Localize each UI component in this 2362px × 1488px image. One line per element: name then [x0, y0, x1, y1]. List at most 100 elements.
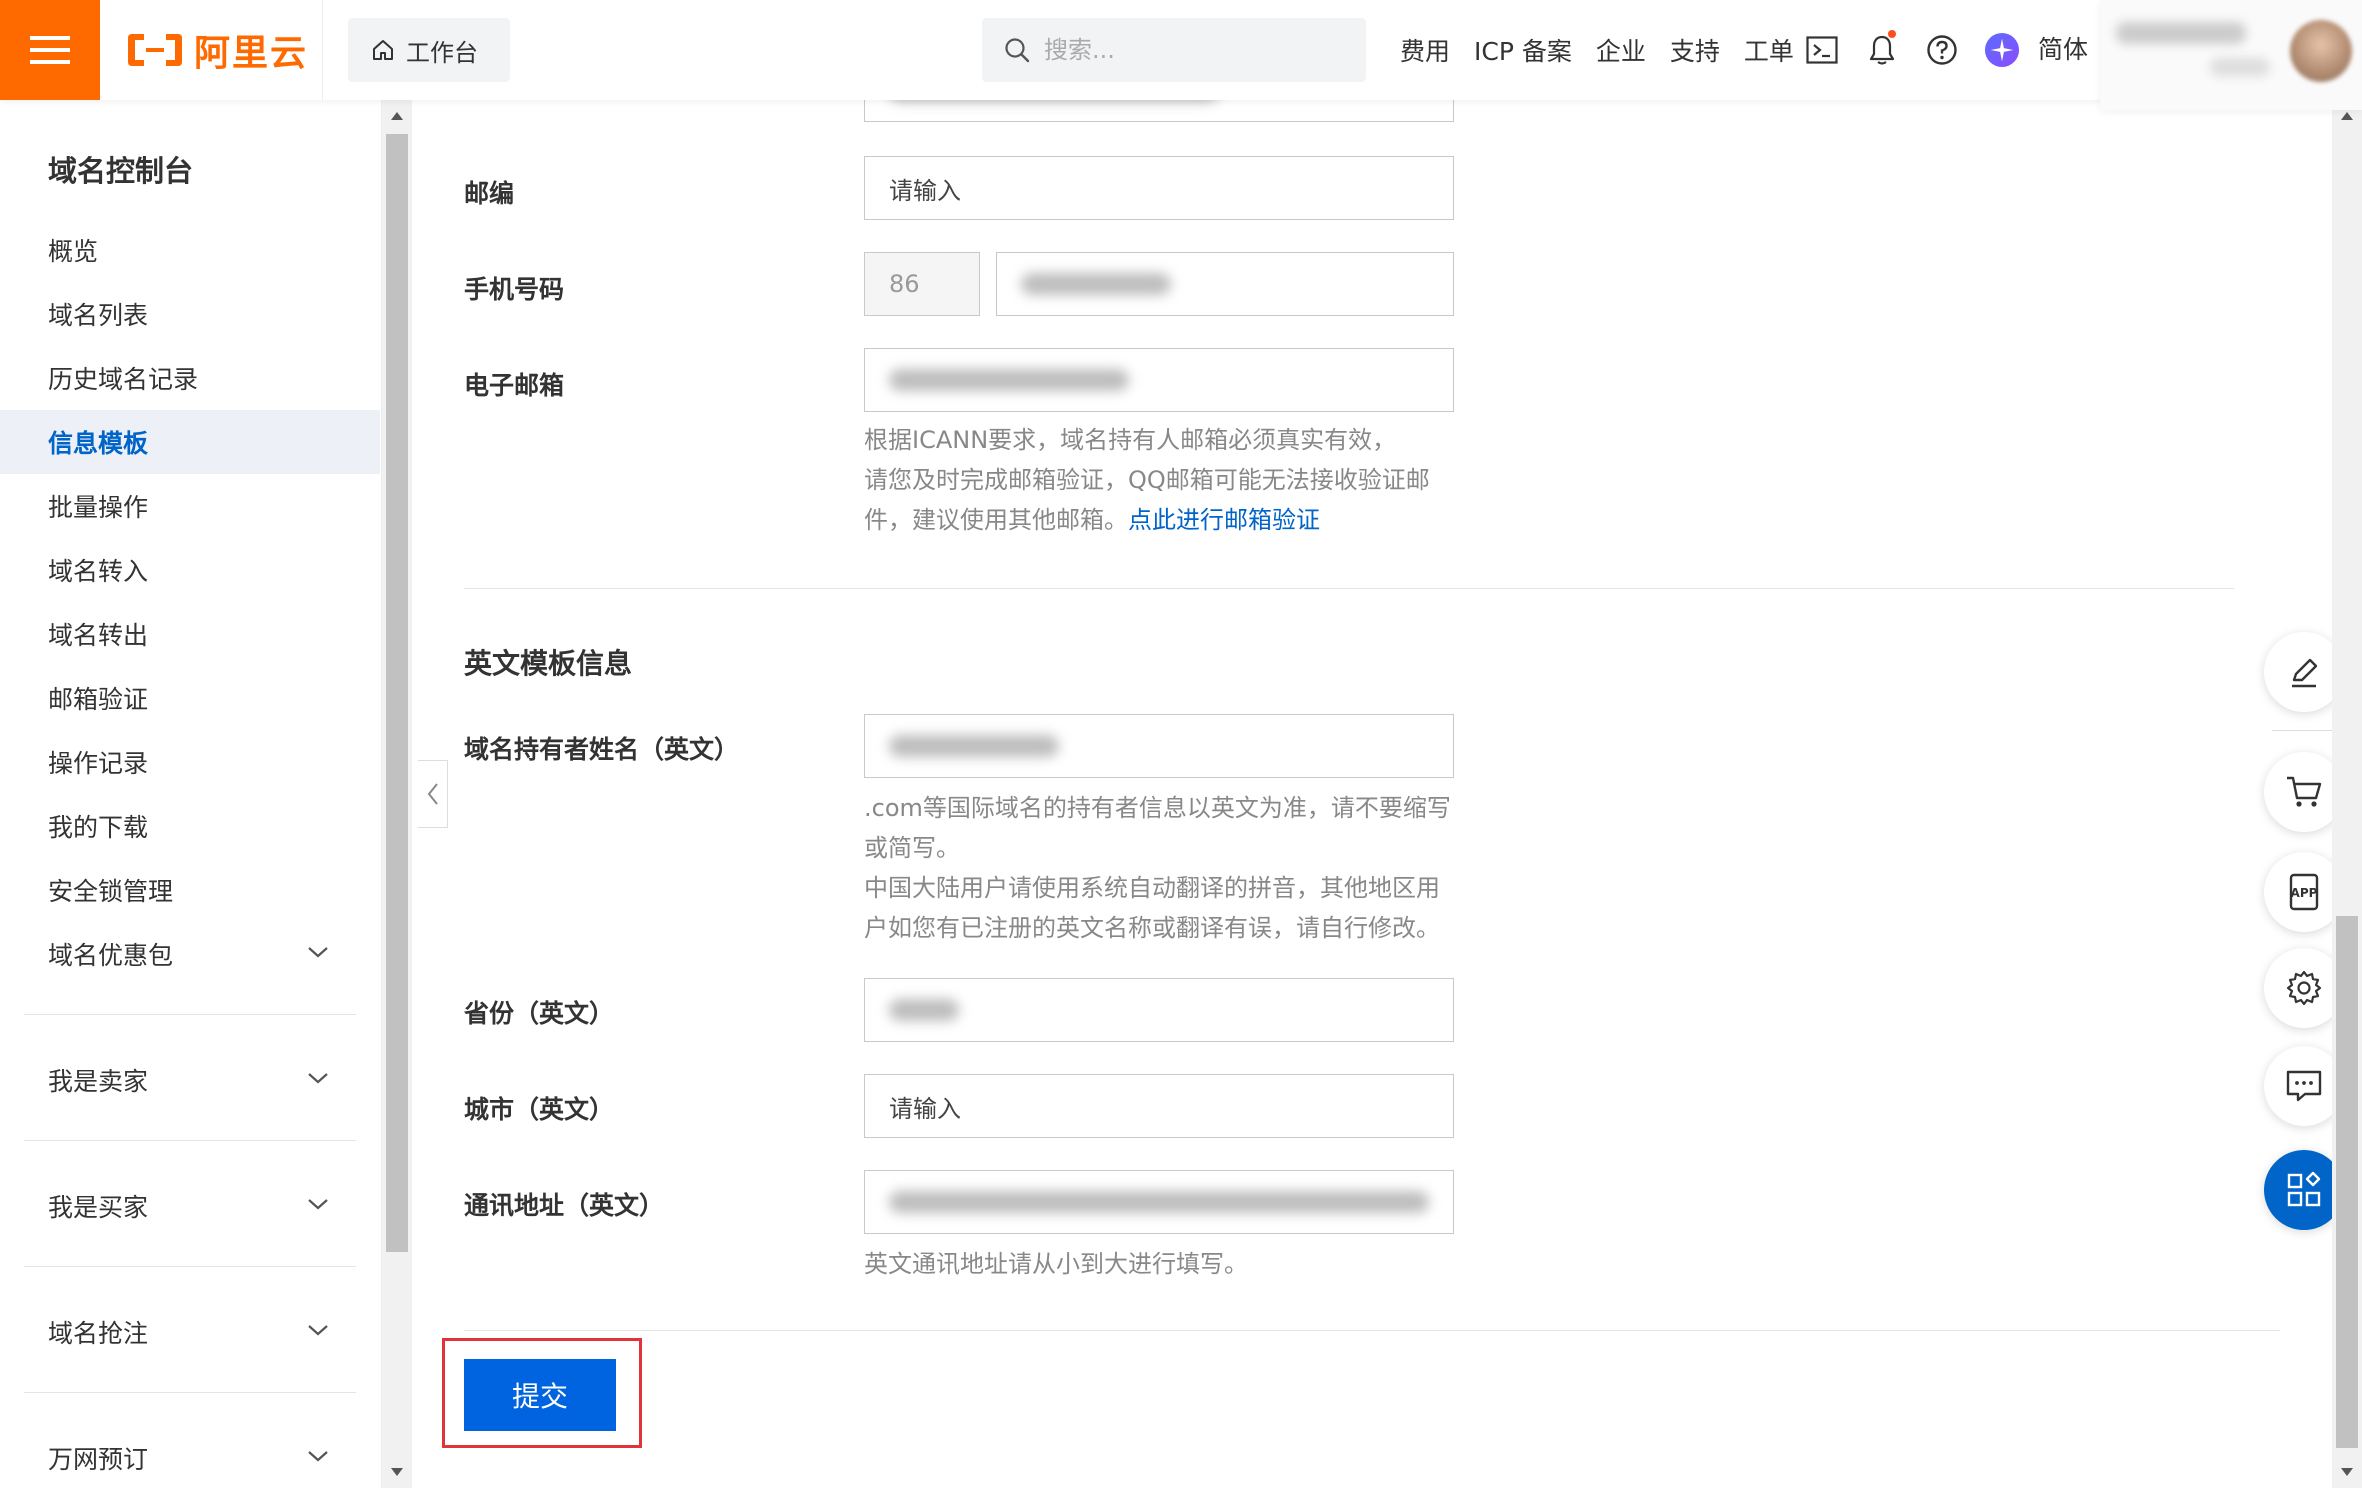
workbench-label: 工作台 — [406, 38, 478, 67]
sidebar-divider — [24, 1266, 356, 1267]
sidebar-item-label: 批量操作 — [48, 493, 149, 522]
svg-text:APP: APP — [2291, 886, 2318, 900]
phone-input[interactable] — [996, 252, 1454, 316]
menu-button[interactable] — [0, 0, 100, 100]
submit-button[interactable]: 提交 — [464, 1359, 616, 1431]
sidebar-divider — [24, 1140, 356, 1141]
notification-button[interactable] — [1864, 30, 1900, 68]
sidebar-item-label: 安全锁管理 — [48, 877, 174, 906]
main-scroll-thumb[interactable] — [2336, 916, 2358, 1448]
edit-icon — [2292, 658, 2318, 688]
sidebar-item-label: 操作记录 — [48, 749, 149, 778]
ai-assistant-button[interactable] — [1984, 32, 2020, 68]
sidebar-item-transfer-out[interactable]: 域名转出 — [0, 602, 380, 666]
search-box[interactable] — [982, 18, 1366, 82]
address-en-value-redacted — [889, 1191, 1429, 1213]
chevron-down-icon — [308, 1451, 328, 1462]
notification-dot — [1888, 30, 1896, 38]
top-bar: 阿里云 工作台 费用 ICP 备案 企业 支持 工单 — [0, 0, 2362, 110]
sidebar-group-label: 万网预订 — [48, 1445, 149, 1474]
province-en-input[interactable] — [864, 978, 1454, 1042]
sidebar-scrollbar[interactable] — [382, 100, 412, 1488]
aliyun-logo[interactable]: 阿里云 — [126, 26, 308, 74]
ai-assistant-icon — [1984, 32, 2020, 68]
sidebar-item-operation-log[interactable]: 操作记录 — [0, 730, 380, 794]
sidebar-collapse-button[interactable] — [418, 760, 448, 828]
top-link-billing[interactable]: 费用 — [1400, 32, 1450, 68]
settings-icon — [2286, 970, 2322, 1006]
scroll-up-arrow-icon[interactable] — [391, 112, 403, 120]
sidebar-group-label: 我是买家 — [48, 1193, 149, 1222]
sidebar-item-batch[interactable]: 批量操作 — [0, 474, 380, 538]
postcode-input[interactable]: 请输入 — [864, 156, 1454, 220]
phone-label: 手机号码 — [464, 275, 565, 304]
top-link-ticket[interactable]: 工单 — [1744, 32, 1794, 68]
chevron-down-icon — [308, 947, 328, 958]
search-icon — [1005, 38, 1030, 63]
sidebar-item-label: 概览 — [48, 237, 99, 266]
top-link-enterprise[interactable]: 企业 — [1596, 32, 1646, 68]
email-verify-link[interactable]: 点此进行邮箱验证 — [1128, 506, 1320, 534]
email-hint: 根据ICANN要求，域名持有人邮箱必须真实有效， 请您及时完成邮箱验证，QQ邮箱… — [864, 420, 1464, 540]
email-hint-line: 请您及时完成邮箱验证，QQ邮箱可能无法接收验证邮 — [864, 466, 1430, 494]
sidebar-item-history[interactable]: 历史域名记录 — [0, 346, 380, 410]
city-en-label: 城市（英文） — [464, 1095, 615, 1124]
help-button[interactable] — [1924, 32, 1960, 68]
email-label: 电子邮箱 — [464, 371, 565, 400]
workbench-button[interactable]: 工作台 — [348, 18, 510, 82]
sidebar-group-preorder[interactable]: 万网预订 — [0, 1426, 380, 1488]
terminal-button[interactable] — [1804, 32, 1840, 68]
sidebar-item-security-lock[interactable]: 安全锁管理 — [0, 858, 380, 922]
app-icon: APP — [2289, 873, 2319, 911]
main-scrollbar[interactable] — [2332, 100, 2362, 1488]
sidebar-item-overview[interactable]: 概览 — [0, 218, 380, 282]
chevron-down-icon — [308, 1325, 328, 1336]
top-link-icp[interactable]: ICP 备案 — [1474, 32, 1572, 68]
sidebar-group-label: 域名抢注 — [48, 1319, 149, 1348]
float-divider — [2272, 730, 2336, 731]
owner-name-en-input[interactable] — [864, 714, 1454, 778]
owner-name-hint-line: .com等国际域名的持有者信息以英文为准，请不要缩写 — [864, 794, 1451, 822]
account-area[interactable] — [2100, 0, 2362, 110]
address-en-label: 通讯地址（英文） — [464, 1191, 665, 1220]
email-value-redacted — [889, 369, 1129, 391]
scroll-up-arrow-icon[interactable] — [2341, 112, 2353, 120]
apps-grid-icon — [2287, 1171, 2321, 1207]
logo-text: 阿里云 — [194, 33, 309, 74]
sidebar-group-seller[interactable]: 我是卖家 — [0, 1048, 380, 1112]
sidebar-item-transfer-in[interactable]: 域名转入 — [0, 538, 380, 602]
home-icon — [373, 40, 393, 60]
sidebar-item-discount-pack[interactable]: 域名优惠包 — [0, 922, 380, 986]
sidebar-item-domain-list[interactable]: 域名列表 — [0, 282, 380, 346]
search-input[interactable] — [1044, 36, 1344, 64]
sidebar-item-info-template[interactable]: 信息模板 — [0, 410, 380, 474]
sidebar-group-buyer[interactable]: 我是买家 — [0, 1174, 380, 1238]
sidebar-divider — [24, 1014, 356, 1015]
sidebar-item-label: 信息模板 — [48, 429, 149, 458]
city-en-input[interactable]: 请输入 — [864, 1074, 1454, 1138]
scroll-down-arrow-icon[interactable] — [2341, 1468, 2353, 1476]
language-switch[interactable]: 简体 — [2038, 30, 2088, 66]
top-link-support[interactable]: 支持 — [1670, 32, 1720, 68]
terminal-icon — [1806, 36, 1838, 64]
app-root: 阿里云 工作台 费用 ICP 备案 企业 支持 工单 — [0, 0, 2362, 1488]
email-hint-line: 件，建议使用其他邮箱。 — [864, 506, 1128, 534]
sidebar-item-label: 域名优惠包 — [48, 941, 174, 970]
avatar[interactable] — [2290, 20, 2352, 82]
chevron-down-icon — [308, 1073, 328, 1084]
sidebar-scroll-thumb[interactable] — [386, 134, 408, 1252]
chat-icon — [2286, 1070, 2322, 1102]
email-input[interactable] — [864, 348, 1454, 412]
owner-name-en-hint: .com等国际域名的持有者信息以英文为准，请不要缩写 或简写。 中国大陆用户请使… — [864, 788, 1484, 948]
sidebar-item-label: 邮箱验证 — [48, 685, 149, 714]
sidebar-group-backorder[interactable]: 域名抢注 — [0, 1300, 380, 1364]
owner-name-value-redacted — [889, 735, 1059, 757]
sidebar-item-downloads[interactable]: 我的下载 — [0, 794, 380, 858]
address-en-input[interactable] — [864, 1170, 1454, 1234]
scroll-down-arrow-icon[interactable] — [391, 1468, 403, 1476]
bell-icon — [1869, 35, 1895, 65]
owner-name-hint-line: 或简写。 — [864, 834, 960, 862]
section-divider — [464, 588, 2234, 589]
country-code-input[interactable]: 86 — [864, 252, 980, 316]
sidebar-item-email-verify[interactable]: 邮箱验证 — [0, 666, 380, 730]
